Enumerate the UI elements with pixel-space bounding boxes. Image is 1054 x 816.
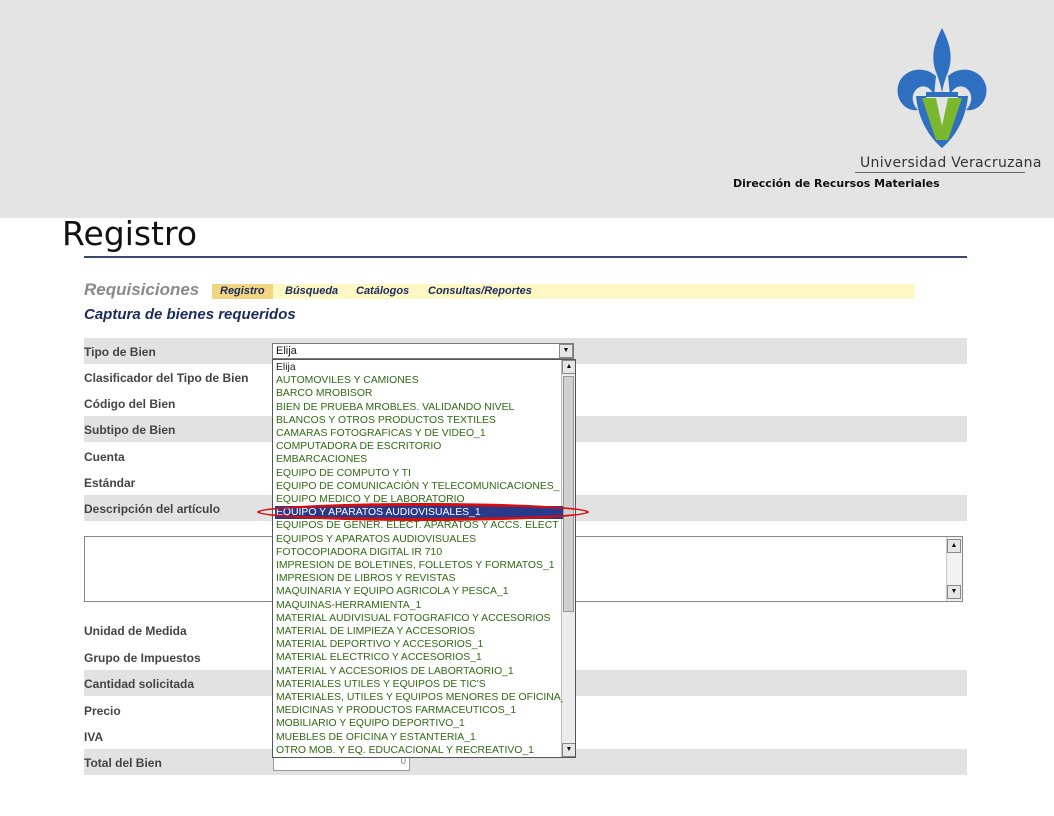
menu-item-consultas-reportes[interactable]: Consultas/Reportes [428,284,532,299]
dropdown-option[interactable]: EQUIPO Y APARATOS AUDIOVISUALES_1 [275,506,563,520]
app-title: Requisiciones [84,280,200,299]
dropdown-option[interactable]: MATERIAL DE LIMPIEZA Y ACCESORIOS [275,625,563,638]
menu-item-catalogos[interactable]: Catálogos [356,284,409,299]
chevron-down-icon[interactable]: ▼ [559,344,573,358]
dropdown-option[interactable]: AUTOMOVILES Y CAMIONES [275,374,563,387]
dropdown-option[interactable]: MAQUINARIA Y EQUIPO AGRICOLA Y PESCA_1 [275,585,563,598]
dropdown-option[interactable]: MATERIAL ELECTRICO Y ACCESORIOS_1 [275,651,563,664]
dropdown-option[interactable]: MATERIAL Y ACCESORIOS DE LABORTAORIO_1 [275,665,563,678]
dropdown-option[interactable]: EQUIPO DE COMUNICACIÓN Y TELECOMUNICACIO… [275,480,563,493]
dropdown-option[interactable]: EQUIPOS Y APARATOS AUDIOVISUALES [275,533,563,546]
dropdown-option[interactable]: MUEBLES DE OFICINA Y ESTANTERIA_1 [275,731,563,744]
label-cantidad: Cantidad solicitada [84,677,195,691]
dropdown-option[interactable]: CAMARAS FOTOGRAFICAS Y DE VIDEO_1 [275,427,563,440]
dropdown-option[interactable]: BARCO MROBISOR [275,387,563,400]
label-descripcion: Descripción del artículo [84,502,221,516]
label-unidad: Unidad de Medida [84,624,187,638]
main-menu: Registro Búsqueda Catálogos Consultas/Re… [212,284,915,299]
dropdown-option[interactable]: BIEN DE PRUEBA MROBLES. VALIDANDO NIVEL [275,401,563,414]
label-cuenta: Cuenta [84,450,125,464]
tipo-bien-select[interactable]: Elija ▼ [272,343,574,359]
dropdown-option[interactable]: MEDICINAS Y PRODUCTOS FARMACEUTICOS_1 [275,704,563,717]
dropdown-option[interactable]: Elija [275,361,563,374]
menu-item-busqueda[interactable]: Búsqueda [285,284,338,299]
tipo-bien-select-value: Elija [276,345,297,357]
dropdown-option[interactable]: MATERIALES UTILES Y EQUIPOS DE TIC'S [275,678,563,691]
dropdown-option[interactable]: IMPRESION DE LIBROS Y REVISTAS [275,572,563,585]
dropdown-option[interactable]: EQUIPO DE COMPUTO Y TI [275,467,563,480]
scroll-up-icon[interactable]: ▲ [947,539,961,553]
menu-item-registro[interactable]: Registro [212,284,273,299]
dropdown-option[interactable]: BLANCOS Y OTROS PRODUCTOS TEXTILES [275,414,563,427]
university-name: Universidad Veracruzana [860,155,1042,171]
university-logo [897,28,987,148]
label-clasificador: Clasificador del Tipo de Bien [84,371,249,385]
label-tipo-bien: Tipo de Bien [84,345,156,359]
dropdown-option[interactable]: MAQUINAS-HERRAMIENTA_1 [275,599,563,612]
page-subtitle: Captura de bienes requeridos [84,306,296,323]
dropdown-option[interactable]: FOTOCOPIADORA DIGITAL IR 710 [275,546,563,559]
label-total: Total del Bien [84,756,162,770]
label-estandar: Estándar [84,476,136,490]
dropdown-option[interactable]: IMPRESION DE BOLETINES, FOLLETOS Y FORMA… [275,559,563,572]
label-codigo: Código del Bien [84,397,176,411]
tipo-bien-dropdown[interactable]: ▲ ▼ Elija AUTOMOVILES Y CAMIONES BARCO MRO… [272,359,576,758]
dropdown-option[interactable]: MATERIALES, UTILES Y EQUIPOS MENORES DE … [275,691,563,704]
slide-title: Registro [62,214,198,253]
dropdown-option[interactable]: MOBILIARIO Y EQUIPO DEPORTIVO_1 [275,717,563,730]
textarea-scrollbar[interactable]: ▲ ▼ [946,537,962,601]
dropdown-option[interactable]: COMPUTADORA DE ESCRITORIO [275,440,563,453]
dropdown-option[interactable]: EMBARCACIONES [275,453,563,466]
label-subtipo: Subtipo de Bien [84,423,176,437]
title-divider [84,256,967,258]
dropdown-option[interactable]: EQUIPOS DE GENER. ELECT. APARATOS Y ACCS… [275,519,563,532]
scrollbar-thumb[interactable] [563,376,574,612]
scroll-down-icon[interactable]: ▼ [562,743,575,757]
dropdown-scrollbar[interactable]: ▲ ▼ [561,360,575,757]
dropdown-option[interactable]: OTRO MOB. Y EQ. EDUCACIONAL Y RECREATIVO… [275,744,563,757]
department-name: Dirección de Recursos Materiales [733,177,940,190]
dropdown-option[interactable]: MATERIAL DEPORTIVO Y ACCESORIOS_1 [275,638,563,651]
dropdown-option[interactable]: MATERIAL AUDIVISUAL FOTOGRAFICO Y ACCESO… [275,612,563,625]
label-iva: IVA [84,730,104,744]
scroll-up-icon[interactable]: ▲ [562,360,575,374]
label-grupo: Grupo de Impuestos [84,651,201,665]
scroll-down-icon[interactable]: ▼ [947,585,961,599]
label-precio: Precio [84,704,121,718]
university-underline [855,172,1025,173]
dropdown-option[interactable]: EQUIPO MEDICO Y DE LABORATORIO [275,493,563,506]
